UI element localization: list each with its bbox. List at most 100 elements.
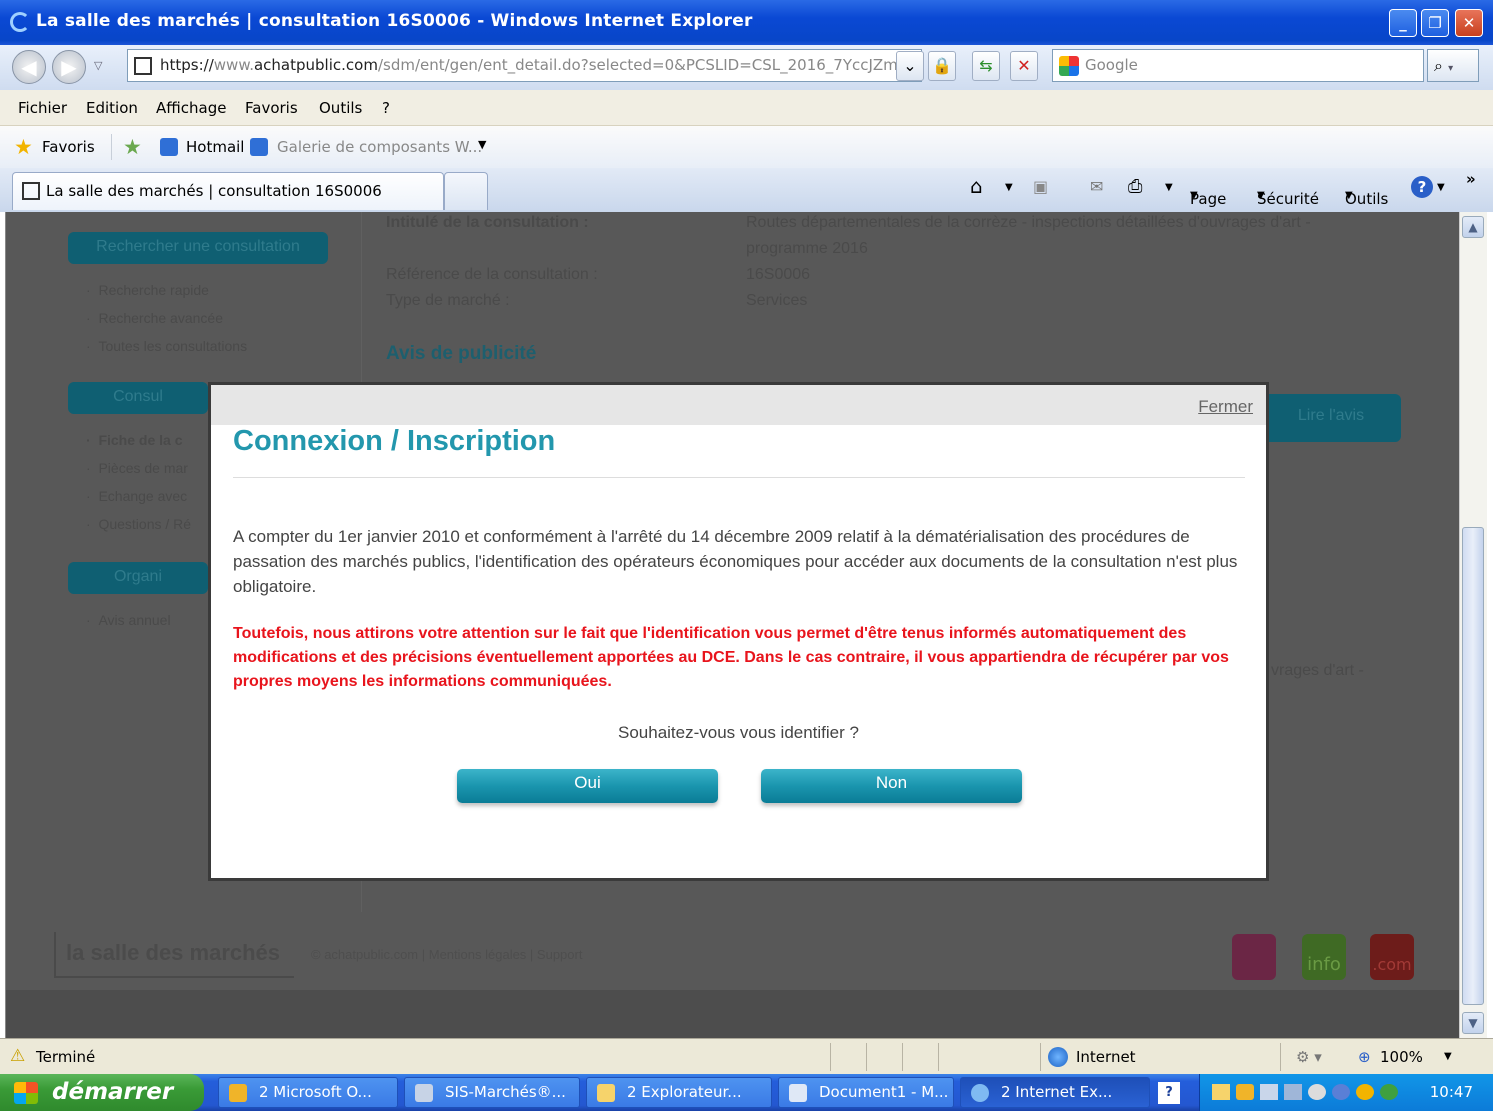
status-bar: ⚠ Terminé Internet ⚙ ▾ ⊕ 100% ▼ <box>0 1038 1493 1074</box>
footer-support-link[interactable]: Support <box>537 947 583 962</box>
menu-affichage[interactable]: Affichage <box>156 99 226 117</box>
search-consultation-button[interactable]: Rechercher une consultation <box>68 232 328 264</box>
url-dropdown-icon[interactable]: ⌄ <box>896 51 924 81</box>
modal-close-link[interactable]: Fermer <box>1198 397 1253 417</box>
task-internet-explorer[interactable]: 2 Internet Ex... <box>960 1077 1150 1108</box>
history-dropdown-icon[interactable]: ▽ <box>94 59 102 72</box>
start-button[interactable]: démarrer <box>0 1074 204 1111</box>
close-icon[interactable]: ✕ <box>1455 9 1483 37</box>
footer-logo[interactable]: la salle des marchés <box>54 932 294 978</box>
type-label: Type de marché : <box>386 292 510 309</box>
reference-value: 16S0006 <box>746 266 811 283</box>
scroll-down-icon[interactable]: ▼ <box>1462 1012 1484 1034</box>
divider <box>902 1043 903 1071</box>
forward-button[interactable]: ▶ <box>52 50 86 84</box>
activity-icon[interactable] <box>1332 1084 1350 1100</box>
search-input[interactable]: Google <box>1052 49 1424 82</box>
menu-outils[interactable]: Outils <box>319 99 362 117</box>
sidebar-item-questions[interactable]: · Questions / Ré <box>86 516 191 532</box>
search-button[interactable]: ⌕ ▾ <box>1427 49 1479 82</box>
consultation-section-button[interactable]: Consul <box>68 382 208 414</box>
outlook-icon[interactable] <box>1236 1084 1254 1100</box>
tab-row: La salle des marchés | consultation 16S0… <box>0 168 1493 212</box>
search-placeholder: Google <box>1085 56 1138 74</box>
url-host-prefix: www. <box>213 56 254 74</box>
new-tab-button[interactable] <box>444 172 488 210</box>
scroll-thumb[interactable] <box>1462 527 1484 1005</box>
page-icon <box>134 57 152 75</box>
print-icon[interactable]: ⎙ <box>1128 176 1142 197</box>
modal-divider <box>233 477 1245 478</box>
sidebar-item-all-consultations[interactable]: · Toutes les consultations <box>86 338 247 354</box>
task-sis-marches[interactable]: SIS-Marchés®... <box>404 1077 580 1108</box>
sidebar-item-label: Toutes les consultations <box>98 338 248 354</box>
stop-icon[interactable]: ✕ <box>1010 51 1038 81</box>
url-field[interactable]: https://www.achatpublic.com/sdm/ent/gen/… <box>127 49 922 82</box>
lock-icon[interactable]: 🔒 <box>928 51 956 81</box>
chevron-down-icon[interactable]: ▼ <box>1005 182 1013 193</box>
mail-icon[interactable]: ✉ <box>1090 177 1103 196</box>
address-toolbar: ◀ ▶ ▽ https://www.achatpublic.com/sdm/en… <box>0 45 1493 90</box>
task-label: SIS-Marchés®... <box>445 1083 566 1101</box>
chevron-down-icon[interactable]: ▼ <box>1437 182 1445 193</box>
vertical-scrollbar[interactable]: ▲ ▼ <box>1459 212 1487 1038</box>
sidebar-item-echange[interactable]: · Echange avec <box>86 488 187 504</box>
tab-active[interactable]: La salle des marchés | consultation 16S0… <box>12 172 444 210</box>
menu-bar: Fichier Edition Affichage Favoris Outils… <box>0 90 1493 126</box>
com-badge[interactable]: .com <box>1370 934 1414 980</box>
volume-icon[interactable] <box>1308 1084 1326 1100</box>
help-icon[interactable]: ? <box>1158 1082 1180 1104</box>
chevron-down-icon[interactable]: ▼ <box>478 138 486 151</box>
menu-favoris[interactable]: Favoris <box>245 99 298 117</box>
zoom-level[interactable]: 100% <box>1380 1048 1423 1066</box>
footer-logo-text: la salle des marchés <box>66 940 281 965</box>
sidebar-item-quick-search[interactable]: · Recherche rapide <box>86 282 209 298</box>
refresh-icon[interactable]: ⇆ <box>972 51 1000 81</box>
menu-fichier[interactable]: Fichier <box>18 99 67 117</box>
favorite-gallery[interactable]: Galerie de composants W... <box>277 138 482 156</box>
avis-heading: Avis de publicité <box>386 343 537 364</box>
sidebar-item-avis-annuel[interactable]: · Avis annuel <box>86 612 171 628</box>
menu-help[interactable]: ? <box>382 99 390 117</box>
network-badge-icon[interactable] <box>1232 934 1276 980</box>
yes-button[interactable]: Oui <box>457 769 718 803</box>
device-icon[interactable] <box>1284 1084 1302 1100</box>
task-word[interactable]: Document1 - M... <box>778 1077 954 1108</box>
clock: 10:47 <box>1429 1083 1473 1101</box>
divider <box>866 1043 867 1071</box>
chevron-down-icon[interactable]: ▼ <box>1165 182 1173 193</box>
favorite-hotmail[interactable]: Hotmail <box>186 138 244 156</box>
minimize-icon[interactable]: _ <box>1389 9 1417 37</box>
back-button[interactable]: ◀ <box>12 50 46 84</box>
sidebar-item-advanced-search[interactable]: · Recherche avancée <box>86 310 223 326</box>
app-icon <box>415 1084 433 1102</box>
read-notice-button[interactable]: Lire l'avis <box>1261 394 1401 442</box>
task-explorer[interactable]: 2 Explorateur... <box>586 1077 772 1108</box>
restore-icon[interactable]: ❐ <box>1421 9 1449 37</box>
task-outlook[interactable]: 2 Microsoft O... <box>218 1077 398 1108</box>
status-text: Terminé <box>36 1048 96 1066</box>
scroll-up-icon[interactable]: ▲ <box>1462 216 1484 238</box>
home-icon[interactable]: ⌂ <box>970 174 983 198</box>
menu-edition[interactable]: Edition <box>86 99 138 117</box>
divider <box>938 1043 939 1071</box>
sidebar-item-fiche[interactable]: · Fiche de la c <box>86 432 183 448</box>
no-button[interactable]: Non <box>761 769 1022 803</box>
organisme-section-button[interactable]: Organi <box>68 562 208 594</box>
footer-legal-link[interactable]: Mentions légales <box>429 947 527 962</box>
security-icon[interactable] <box>1380 1084 1398 1100</box>
info-badge[interactable]: info <box>1302 934 1346 980</box>
chevron-down-icon[interactable]: ▼ <box>1444 1051 1452 1062</box>
help-icon[interactable]: ? <box>1411 176 1433 198</box>
mail-icon[interactable] <box>1212 1084 1230 1100</box>
update-icon[interactable] <box>1356 1084 1374 1100</box>
favorites-button[interactable]: Favoris <box>42 138 95 156</box>
add-favorite-icon[interactable]: ★ <box>123 137 142 158</box>
feeds-icon[interactable]: ▣ <box>1033 177 1048 196</box>
taskbar: démarrer 2 Microsoft O... SIS-Marchés®..… <box>0 1074 1493 1111</box>
protected-mode-icon[interactable]: ⚙ ▾ <box>1296 1048 1322 1066</box>
sidebar-item-label: Questions / Ré <box>98 516 192 532</box>
overflow-chevron-icon[interactable]: » <box>1466 170 1476 188</box>
network-icon[interactable] <box>1260 1084 1278 1100</box>
sidebar-item-pieces[interactable]: · Pièces de mar <box>86 460 188 476</box>
